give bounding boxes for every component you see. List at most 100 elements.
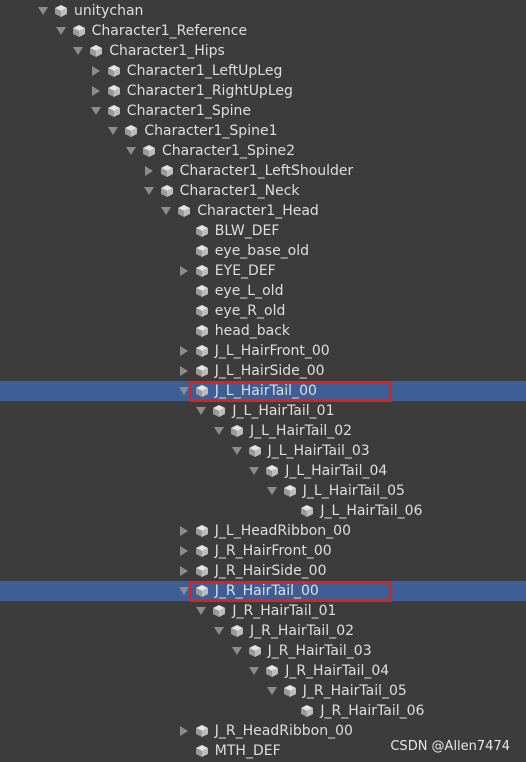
tree-row-label: J_R_HairTail_00 bbox=[214, 583, 319, 599]
gameobject-cube-icon bbox=[195, 304, 209, 318]
triangle-right-icon[interactable] bbox=[178, 265, 190, 277]
gameobject-cube-icon bbox=[283, 684, 297, 698]
tree-row-j-r-hairtail-06[interactable]: J_R_HairTail_06 bbox=[0, 701, 526, 721]
tree-row-character1-spine1[interactable]: Character1_Spine1 bbox=[0, 121, 526, 141]
tree-row-label: J_L_HairTail_01 bbox=[232, 403, 335, 419]
tree-row-j-r-hairtail-03[interactable]: J_R_HairTail_03 bbox=[0, 641, 526, 661]
gameobject-cube-icon bbox=[54, 4, 68, 18]
tree-row-label: J_R_HairTail_02 bbox=[250, 623, 355, 639]
tree-row-j-r-hairtail-04[interactable]: J_R_HairTail_04 bbox=[0, 661, 526, 681]
triangle-right-icon[interactable] bbox=[178, 725, 190, 737]
tree-row-character1-spine2[interactable]: Character1_Spine2 bbox=[0, 141, 526, 161]
triangle-down-icon[interactable] bbox=[248, 665, 260, 677]
gameobject-cube-icon bbox=[195, 364, 209, 378]
triangle-down-icon[interactable] bbox=[37, 5, 49, 17]
tree-row-j-r-hairside-00[interactable]: J_R_HairSide_00 bbox=[0, 561, 526, 581]
tree-row-j-r-hairtail-01[interactable]: J_R_HairTail_01 bbox=[0, 601, 526, 621]
tree-row-label: Character1_Head bbox=[197, 203, 319, 219]
tree-row-j-l-hairtail-03[interactable]: J_L_HairTail_03 bbox=[0, 441, 526, 461]
triangle-right-icon[interactable] bbox=[178, 365, 190, 377]
gameobject-cube-icon bbox=[195, 724, 209, 738]
tree-row-label: Character1_Spine1 bbox=[144, 123, 278, 139]
tree-row-unitychan[interactable]: unitychan bbox=[0, 1, 526, 21]
tree-row-j-l-headribbon-00[interactable]: J_L_HeadRibbon_00 bbox=[0, 521, 526, 541]
tree-row-label: J_L_HairFront_00 bbox=[214, 343, 330, 359]
gameobject-cube-icon bbox=[72, 24, 86, 38]
gameobject-cube-icon bbox=[195, 544, 209, 558]
tree-row-blw-def[interactable]: BLW_DEF bbox=[0, 221, 526, 241]
tree-row-label: J_L_HairTail_00 bbox=[214, 383, 317, 399]
triangle-down-icon[interactable] bbox=[248, 465, 260, 477]
tree-row-j-r-hairfront-00[interactable]: J_R_HairFront_00 bbox=[0, 541, 526, 561]
triangle-right-icon[interactable] bbox=[143, 165, 155, 177]
triangle-down-icon[interactable] bbox=[143, 185, 155, 197]
tree-row-label: eye_L_old bbox=[214, 283, 284, 299]
triangle-down-icon[interactable] bbox=[178, 585, 190, 597]
triangle-down-icon[interactable] bbox=[266, 485, 278, 497]
triangle-down-icon[interactable] bbox=[55, 25, 67, 37]
tree-row-j-r-hairtail-02[interactable]: J_R_HairTail_02 bbox=[0, 621, 526, 641]
triangle-down-icon[interactable] bbox=[72, 45, 84, 57]
triangle-right-icon[interactable] bbox=[90, 65, 102, 77]
tree-row-label: J_L_HairTail_06 bbox=[320, 503, 423, 519]
gameobject-cube-icon bbox=[300, 504, 314, 518]
tree-row-eye-r-old[interactable]: eye_R_old bbox=[0, 301, 526, 321]
tree-row-head-back[interactable]: head_back bbox=[0, 321, 526, 341]
tree-row-character1-spine[interactable]: Character1_Spine bbox=[0, 101, 526, 121]
triangle-down-icon[interactable] bbox=[231, 645, 243, 657]
tree-row-label: Character1_Spine bbox=[126, 103, 251, 119]
tree-row-eye-def[interactable]: EYE_DEF bbox=[0, 261, 526, 281]
tree-row-j-l-hairfront-00[interactable]: J_L_HairFront_00 bbox=[0, 341, 526, 361]
tree-row-label: Character1_Reference bbox=[91, 23, 248, 39]
triangle-down-icon[interactable] bbox=[178, 385, 190, 397]
tree-row-label: Character1_Neck bbox=[179, 183, 300, 199]
tree-row-character1-neck[interactable]: Character1_Neck bbox=[0, 181, 526, 201]
tree-row-eye-base-old[interactable]: eye_base_old bbox=[0, 241, 526, 261]
gameobject-cube-icon bbox=[195, 244, 209, 258]
triangle-down-icon[interactable] bbox=[266, 685, 278, 697]
triangle-down-icon[interactable] bbox=[107, 125, 119, 137]
triangle-right-icon[interactable] bbox=[90, 85, 102, 97]
tree-row-label: J_R_HairSide_00 bbox=[214, 563, 327, 579]
triangle-right-icon[interactable] bbox=[178, 565, 190, 577]
tree-row-character1-hips[interactable]: Character1_Hips bbox=[0, 41, 526, 61]
tree-row-label: J_R_HairFront_00 bbox=[214, 543, 332, 559]
triangle-down-icon[interactable] bbox=[213, 625, 225, 637]
tree-row-j-l-hairtail-05[interactable]: J_L_HairTail_05 bbox=[0, 481, 526, 501]
triangle-down-icon[interactable] bbox=[125, 145, 137, 157]
triangle-down-icon[interactable] bbox=[231, 445, 243, 457]
tree-row-j-l-hairtail-06[interactable]: J_L_HairTail_06 bbox=[0, 501, 526, 521]
tree-row-j-l-hairtail-00[interactable]: J_L_HairTail_00 bbox=[0, 381, 526, 401]
tree-row-j-l-hairtail-01[interactable]: J_L_HairTail_01 bbox=[0, 401, 526, 421]
gameobject-cube-icon bbox=[107, 84, 121, 98]
triangle-down-icon[interactable] bbox=[90, 105, 102, 117]
gameobject-cube-icon bbox=[248, 444, 262, 458]
triangle-down-icon[interactable] bbox=[195, 605, 207, 617]
tree-row-j-r-hairtail-05[interactable]: J_R_HairTail_05 bbox=[0, 681, 526, 701]
triangle-down-icon[interactable] bbox=[195, 405, 207, 417]
gameobject-cube-icon bbox=[195, 744, 209, 758]
tree-row-label: Character1_LeftUpLeg bbox=[126, 63, 283, 79]
tree-row-label: J_R_HairTail_06 bbox=[320, 703, 425, 719]
gameobject-cube-icon bbox=[265, 464, 279, 478]
tree-row-character1-reference[interactable]: Character1_Reference bbox=[0, 21, 526, 41]
triangle-down-icon[interactable] bbox=[213, 425, 225, 437]
tree-row-j-l-hairtail-02[interactable]: J_L_HairTail_02 bbox=[0, 421, 526, 441]
tree-row-j-r-headribbon-00[interactable]: J_R_HeadRibbon_00 bbox=[0, 721, 526, 741]
tree-row-character1-head[interactable]: Character1_Head bbox=[0, 201, 526, 221]
tree-row-label: J_R_HairTail_05 bbox=[302, 683, 407, 699]
triangle-right-icon[interactable] bbox=[178, 345, 190, 357]
tree-row-character1-rightupleg[interactable]: Character1_RightUpLeg bbox=[0, 81, 526, 101]
tree-row-label: J_L_HairTail_05 bbox=[302, 483, 405, 499]
tree-row-character1-leftupleg[interactable]: Character1_LeftUpLeg bbox=[0, 61, 526, 81]
tree-row-label: head_back bbox=[214, 323, 291, 339]
tree-row-j-l-hairside-00[interactable]: J_L_HairSide_00 bbox=[0, 361, 526, 381]
triangle-right-icon[interactable] bbox=[178, 525, 190, 537]
tree-row-label: eye_R_old bbox=[214, 303, 286, 319]
tree-row-j-l-hairtail-04[interactable]: J_L_HairTail_04 bbox=[0, 461, 526, 481]
triangle-down-icon[interactable] bbox=[160, 205, 172, 217]
tree-row-eye-l-old[interactable]: eye_L_old bbox=[0, 281, 526, 301]
triangle-right-icon[interactable] bbox=[178, 545, 190, 557]
tree-row-character1-leftshoulder[interactable]: Character1_LeftShoulder bbox=[0, 161, 526, 181]
tree-row-j-r-hairtail-00[interactable]: J_R_HairTail_00 bbox=[0, 581, 526, 601]
